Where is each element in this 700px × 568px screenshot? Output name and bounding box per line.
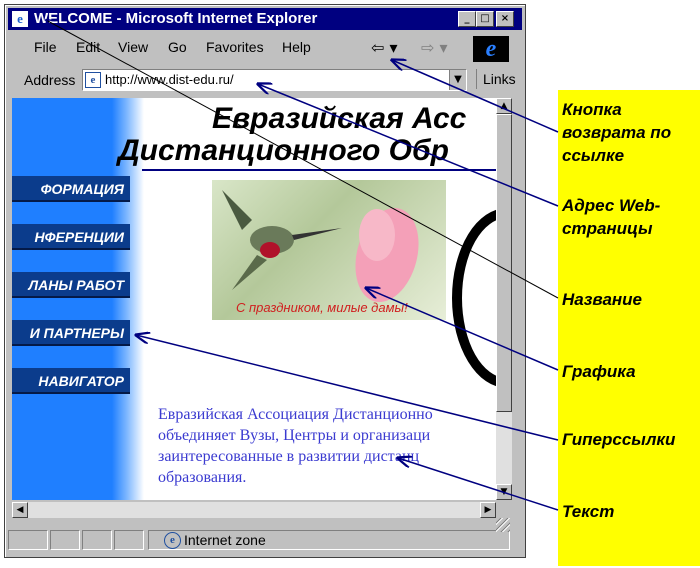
page-content: ФОРМАЦИЯ НФЕРЕНЦИИ ЛАНЫ РАБОТ И ПАРТНЕРЫ… <box>12 98 496 500</box>
body-text: Евразийская Ассоциация Дистанционно объе… <box>158 404 496 488</box>
back-button[interactable]: ⇦ ▾ <box>371 38 398 57</box>
annotation-graphics: Графика <box>562 362 636 381</box>
minimize-button[interactable]: _ <box>458 11 476 27</box>
status-cell <box>50 530 80 550</box>
nav-link-navigator[interactable]: НАВИГАТОР <box>12 368 130 394</box>
annotation-back-button: Кнопка возврата по ссылке <box>562 100 672 165</box>
status-text: Internet zone <box>184 532 266 548</box>
body-line: объединяет Вузы, Центры и организаци <box>158 427 431 444</box>
status-cell <box>82 530 112 550</box>
links-button[interactable]: Links <box>476 69 525 89</box>
heading-underline <box>142 169 496 171</box>
annotation-address: Адрес Web-страницы <box>562 196 661 238</box>
nav-link-partners[interactable]: И ПАРТНЕРЫ <box>12 320 130 346</box>
status-cell <box>114 530 144 550</box>
address-bar: Address e http://www.dist-edu.ru/ ▼ Link… <box>8 68 520 92</box>
body-line: образования. <box>158 469 247 486</box>
annotation-panel: Кнопка возврата по ссылке Адрес Web-стра… <box>558 90 700 566</box>
scroll-left-icon[interactable]: ◀ <box>12 502 28 518</box>
page-heading-line2: Дистанционного Обр <box>118 134 449 167</box>
nav-link-conferences[interactable]: НФЕРЕНЦИИ <box>12 224 130 250</box>
address-text: http://www.dist-edu.ru/ <box>105 72 234 87</box>
status-cell <box>8 530 48 550</box>
annotation-hyperlinks: Гиперссылки <box>562 430 676 449</box>
window-title: WELCOME - Microsoft Internet Explorer <box>34 10 318 27</box>
nav-toolbar: ⇦ ▾ ⇨ ▾ e <box>355 34 517 62</box>
menu-bar: File Edit View Go Favorites Help <box>8 34 348 60</box>
address-field[interactable]: e http://www.dist-edu.ru/ ▼ <box>82 69 467 91</box>
address-label: Address <box>24 72 76 88</box>
page-heading-line1: Евразийская Асс <box>212 102 467 135</box>
forward-button[interactable]: ⇨ ▾ <box>421 38 448 57</box>
annotation-text: Текст <box>562 502 615 521</box>
nav-link-work-plans[interactable]: ЛАНЫ РАБОТ <box>12 272 130 298</box>
status-bar: e Internet zone <box>8 530 516 550</box>
maximize-button[interactable]: □ <box>476 11 494 27</box>
scroll-right-icon[interactable]: ▶ <box>480 502 496 518</box>
menu-go[interactable]: Go <box>168 39 187 55</box>
body-line: Евразийская Ассоциация Дистанционно <box>158 406 433 423</box>
ie-icon: e <box>12 11 28 27</box>
title-bar: e WELCOME - Microsoft Internet Explorer … <box>8 8 522 30</box>
horizontal-scrollbar[interactable]: ◀ ▶ <box>12 502 496 518</box>
menu-help[interactable]: Help <box>282 39 311 55</box>
close-button[interactable]: × <box>496 11 514 27</box>
hummingbird-flower-graphic <box>222 190 419 303</box>
resize-grip[interactable] <box>496 518 510 532</box>
scroll-up-icon[interactable]: ▲ <box>496 98 512 114</box>
address-dropdown-icon[interactable]: ▼ <box>449 70 466 90</box>
internet-zone-icon: e <box>164 532 181 549</box>
menu-file[interactable]: File <box>34 39 57 55</box>
scroll-down-icon[interactable]: ▼ <box>496 484 512 500</box>
menu-edit[interactable]: Edit <box>76 39 100 55</box>
page-icon: e <box>85 72 101 88</box>
association-emblem <box>452 208 496 388</box>
body-line: заинтересованные в развитии дистанц <box>158 448 420 465</box>
vertical-scrollbar[interactable]: ▲ ▼ <box>496 98 512 500</box>
annotation-title: Название <box>562 290 643 309</box>
nav-link-information[interactable]: ФОРМАЦИЯ <box>12 176 130 202</box>
hummingbird-photo: С праздником, милые дамы! <box>212 180 446 320</box>
scroll-thumb[interactable] <box>496 114 512 412</box>
ie-logo-icon: e <box>473 36 509 62</box>
menu-view[interactable]: View <box>118 39 148 55</box>
menu-favorites[interactable]: Favorites <box>206 39 264 55</box>
photo-caption: С праздником, милые дамы! <box>236 300 408 315</box>
